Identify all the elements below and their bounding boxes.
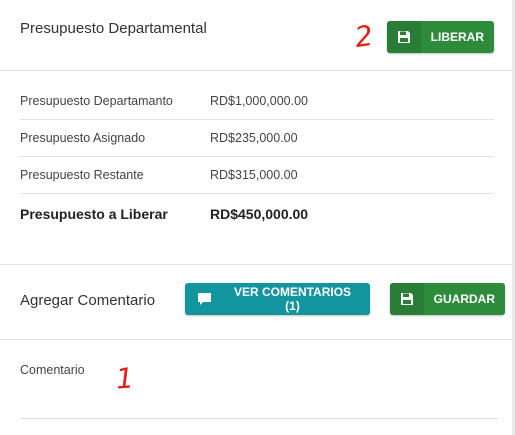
guardar-button[interactable]: GUARDAR	[390, 283, 505, 315]
budget-total-value: RD$450,000.00	[210, 206, 309, 222]
budget-row-label: Presupuesto Departamanto	[20, 94, 173, 108]
page-title: Presupuesto Departamental	[20, 20, 207, 37]
budget-row: Presupuesto Departamanto RD$1,000,000.00	[20, 82, 494, 120]
budget-row: Presupuesto Asignado RD$235,000.00	[20, 119, 494, 157]
comment-section-title: Agregar Comentario	[20, 292, 156, 309]
budget-row-label: Presupuesto Restante	[20, 168, 144, 182]
section-divider	[0, 339, 512, 340]
section-divider	[0, 264, 512, 265]
budget-row: Presupuesto Restante RD$315,000.00	[20, 156, 494, 194]
budget-row-label: Presupuesto Asignado	[20, 131, 146, 145]
floppy-disk-icon	[390, 283, 424, 315]
budget-row-value: RD$315,000.00	[210, 168, 298, 182]
ver-comentarios-button[interactable]: VER COMENTARIOS (1)	[185, 283, 370, 315]
liberar-button-label: LIBERAR	[430, 30, 484, 44]
budget-row-value: RD$1,000,000.00	[210, 94, 308, 108]
annotation-mark-1: 1	[114, 361, 135, 396]
budget-row-value: RD$235,000.00	[210, 131, 298, 145]
ver-comentarios-label: VER COMENTARIOS (1)	[233, 285, 352, 313]
guardar-button-label: GUARDAR	[433, 292, 495, 306]
liberar-button[interactable]: LIBERAR	[387, 21, 494, 53]
budget-total-row: Presupuesto a Liberar RD$450,000.00	[20, 193, 494, 230]
floppy-disk-icon	[387, 21, 421, 53]
speech-bubble-icon	[185, 283, 223, 315]
comment-field[interactable]	[20, 358, 498, 419]
budget-total-label: Presupuesto a Liberar	[20, 206, 168, 222]
